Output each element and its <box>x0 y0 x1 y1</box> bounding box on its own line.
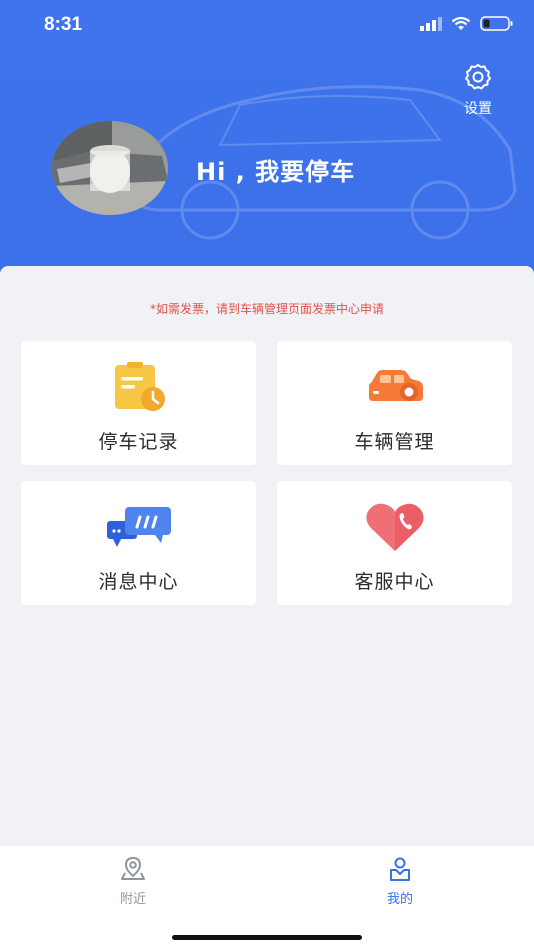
status-bar: 8:31 <box>0 0 534 52</box>
vehicle-management-label: 车辆管理 <box>354 431 435 453</box>
tab-nearby[interactable]: 附近 <box>93 856 173 907</box>
tab-mine-label: 我的 <box>386 892 413 907</box>
parking-record-icon <box>114 362 165 411</box>
customer-service-icon <box>365 503 424 551</box>
tab-nearby-label: 附近 <box>119 892 146 907</box>
customer-service-card[interactable]: 客服中心 <box>277 481 512 605</box>
settings-button[interactable]: 设置 <box>458 62 498 118</box>
settings-label: 设置 <box>464 101 492 117</box>
header-banner: 8:31 设置 Hi , 我要停车 <box>0 0 534 300</box>
battery-icon <box>480 16 513 31</box>
tab-mine[interactable]: 我的 <box>360 856 440 907</box>
parking-record-label: 停车记录 <box>98 431 179 453</box>
home-indicator <box>172 935 362 940</box>
greeting-title: Hi , 我要停车 <box>196 158 356 186</box>
cellular-signal-icon <box>420 16 442 31</box>
avatar-photo <box>52 121 168 215</box>
message-center-label: 消息中心 <box>98 571 179 593</box>
wifi-icon <box>451 16 471 30</box>
gear-icon <box>465 64 491 90</box>
message-center-icon <box>106 507 171 547</box>
invoice-notice: *如需发票，请到车辆管理页面发票中心申请 <box>149 302 384 316</box>
message-center-card[interactable]: 消息中心 <box>21 481 256 605</box>
vehicle-management-card[interactable]: 车辆管理 <box>277 341 512 465</box>
car-management-icon <box>368 370 423 401</box>
user-icon <box>390 857 410 881</box>
avatar[interactable] <box>52 121 168 215</box>
map-pin-icon <box>121 856 145 880</box>
parking-record-card[interactable]: 停车记录 <box>21 341 256 465</box>
customer-service-label: 客服中心 <box>354 571 435 593</box>
status-icons <box>420 16 514 31</box>
status-time: 8:31 <box>44 14 83 35</box>
